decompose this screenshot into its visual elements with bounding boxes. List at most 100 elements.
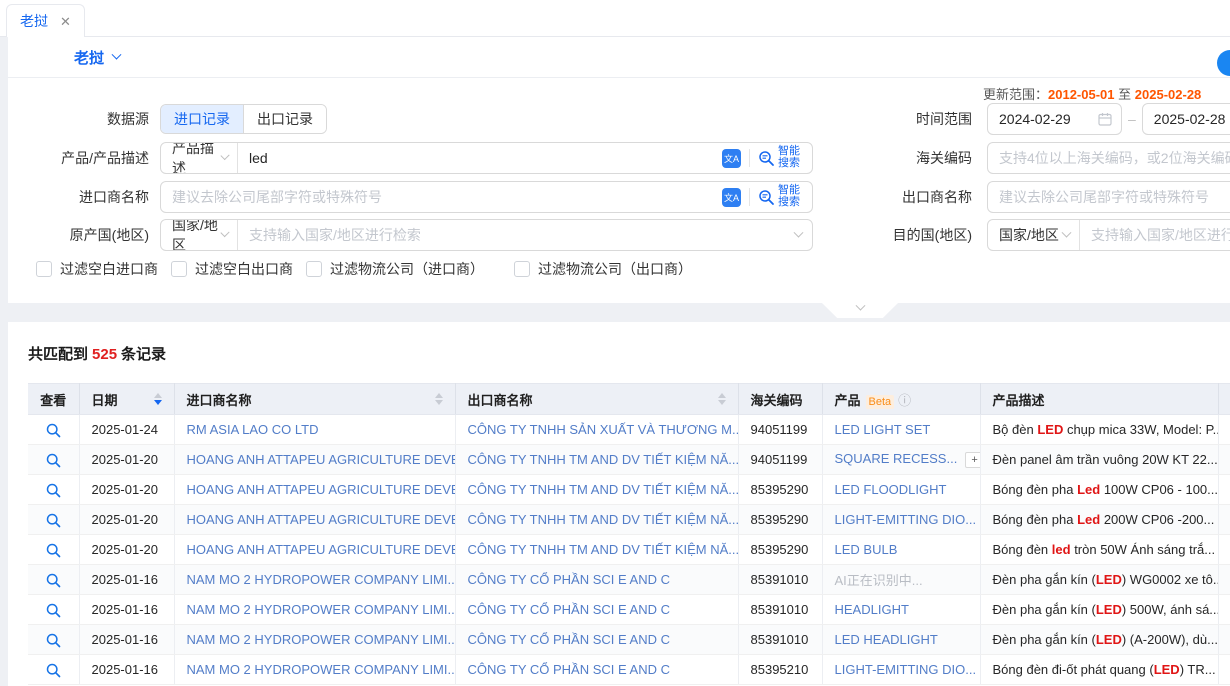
column-header[interactable]: 出口商名称 xyxy=(455,384,738,415)
importer-link[interactable]: HOANG ANH ATTAPEU AGRICULTURE DEVE... xyxy=(187,452,456,467)
date-from-input[interactable]: 2024-02-29 xyxy=(987,103,1122,135)
product-link[interactable]: LED HEADLIGHT xyxy=(835,632,938,647)
product-type-value: 产品描述 xyxy=(172,142,222,174)
checkbox-icon[interactable] xyxy=(306,261,322,277)
product-description: Bóng đèn pha Led 100W CP06 - 100... xyxy=(980,475,1218,505)
calendar-icon xyxy=(1098,112,1112,126)
date-to-input[interactable]: 2025-02-28 xyxy=(1142,103,1230,135)
column-header[interactable]: 日期 xyxy=(79,384,174,415)
filter-checkbox-row: 过滤空白进口商过滤空白出口商过滤物流公司（进口商） 过滤物流公司（出口商） xyxy=(36,259,692,279)
record-date: 2025-01-20 xyxy=(79,505,174,535)
exporter-link[interactable]: CÔNG TY TNHH SẢN XUẤT VÀ THƯƠNG M... xyxy=(468,422,739,437)
view-record-button[interactable] xyxy=(46,543,61,558)
update-range-label: 更新范围： xyxy=(983,87,1048,102)
view-icon xyxy=(46,483,61,498)
smart-search-button[interactable]: 智能搜索 xyxy=(758,146,802,169)
exporter-link[interactable]: CÔNG TY TNHH TM AND DV TIẾT KIỆM NĂ... xyxy=(468,482,739,497)
view-record-button[interactable] xyxy=(46,603,61,618)
more-products-tag[interactable]: + 1 xyxy=(965,452,980,468)
origin-search-input[interactable] xyxy=(238,220,795,250)
hs-code-input[interactable] xyxy=(988,143,1230,173)
checkbox-icon[interactable] xyxy=(36,261,52,277)
importer-input[interactable] xyxy=(161,182,722,212)
exporter-link[interactable]: CÔNG TY CỔ PHẦN SCI E AND C xyxy=(468,662,671,677)
origin-type-select[interactable]: 国家/地区 xyxy=(161,220,238,250)
product-description: Bộ đèn LED chụp mica 33W, Model: P... xyxy=(980,415,1218,445)
view-record-button[interactable] xyxy=(46,663,61,678)
sort-icon[interactable] xyxy=(718,393,726,405)
tab-laos[interactable]: 老挝 ✕ xyxy=(6,4,85,37)
highlighted-keyword: LED xyxy=(1037,422,1063,437)
exporter-link[interactable]: CÔNG TY CỔ PHẦN SCI E AND C xyxy=(468,572,671,587)
importer-link[interactable]: HOANG ANH ATTAPEU AGRICULTURE DEVE... xyxy=(187,482,456,497)
view-record-button[interactable] xyxy=(46,573,61,588)
product-description: Đèn pha gắn kín (LED) 500W, ánh sá... xyxy=(980,595,1218,625)
view-record-button[interactable] xyxy=(46,453,61,468)
date-to-value: 2025-02-28 xyxy=(1154,111,1226,127)
column-header[interactable]: 进口商名称 xyxy=(174,384,455,415)
translate-icon[interactable]: 文A xyxy=(722,188,741,207)
exporter-link[interactable]: CÔNG TY TNHH TM AND DV TIẾT KIỆM NĂ... xyxy=(468,452,739,467)
exporter-input[interactable] xyxy=(988,182,1230,212)
product-type-select[interactable]: 产品描述 xyxy=(161,143,238,173)
tab-close-icon[interactable]: ✕ xyxy=(60,15,71,28)
destination-input-group: 国家/地区 xyxy=(987,219,1230,251)
view-record-button[interactable] xyxy=(46,513,61,528)
smart-search-button[interactable]: 智能搜索 xyxy=(758,185,802,208)
product-link[interactable]: SQUARE RECESS... xyxy=(835,451,958,466)
record-date: 2025-01-20 xyxy=(79,475,174,505)
product-link[interactable]: LIGHT-EMITTING DIO... xyxy=(835,662,977,677)
destination-search-input[interactable] xyxy=(1080,220,1230,250)
translate-icon[interactable]: 文A xyxy=(722,149,741,168)
column-header: 海关编码 xyxy=(738,384,822,415)
checkbox-icon[interactable] xyxy=(514,261,530,277)
product-link[interactable]: LED BULB xyxy=(835,542,898,557)
importer-link[interactable]: HOANG ANH ATTAPEU AGRICULTURE DEVE... xyxy=(187,542,456,557)
table-row: 2025-01-16NAM MO 2 HYDROPOWER COMPANY LI… xyxy=(28,625,1230,655)
destination-type-select[interactable]: 国家/地区 xyxy=(988,220,1080,250)
view-record-button[interactable] xyxy=(46,633,61,648)
chevron-down-icon[interactable] xyxy=(112,49,122,59)
product-link[interactable]: HEADLIGHT xyxy=(835,602,909,617)
importer-link[interactable]: HOANG ANH ATTAPEU AGRICULTURE DEVE... xyxy=(187,512,456,527)
exporter-link[interactable]: CÔNG TY TNHH TM AND DV TIẾT KIỆM NĂ... xyxy=(468,512,739,527)
exporter-link[interactable]: CÔNG TY CỔ PHẦN SCI E AND C xyxy=(468,632,671,647)
data-source-option-export[interactable]: 出口记录 xyxy=(243,105,326,133)
chevron-down-icon[interactable] xyxy=(794,227,804,237)
table-row: 2025-01-16NAM MO 2 HYDROPOWER COMPANY LI… xyxy=(28,565,1230,595)
importer-link[interactable]: NAM MO 2 HYDROPOWER COMPANY LIMI... xyxy=(187,662,456,677)
product-label: 产品/产品描述 xyxy=(8,148,160,168)
product-link[interactable]: LED LIGHT SET xyxy=(835,422,931,437)
importer-link[interactable]: NAM MO 2 HYDROPOWER COMPANY LIMI... xyxy=(187,602,456,617)
filter-checkbox[interactable]: 过滤物流公司（进口商） xyxy=(306,259,484,279)
column-header: 产品Betaⓘ xyxy=(822,384,980,415)
column-header xyxy=(1218,384,1230,415)
filter-checkbox[interactable]: 过滤空白出口商 xyxy=(171,259,293,279)
filter-checkbox[interactable]: 过滤物流公司（出口商） xyxy=(514,259,692,279)
column-header-label: 产品描述 xyxy=(993,390,1045,409)
product-link[interactable]: LED FLOODLIGHT xyxy=(835,482,947,497)
importer-link[interactable]: NAM MO 2 HYDROPOWER COMPANY LIMI... xyxy=(187,632,456,647)
column-header: 查看 xyxy=(28,384,79,415)
sort-icon[interactable] xyxy=(154,393,162,405)
country-dropdown-label[interactable]: 老挝 xyxy=(74,47,104,68)
info-icon[interactable]: ⓘ xyxy=(898,393,911,408)
collapse-filters-button[interactable] xyxy=(822,303,898,318)
importer-link[interactable]: RM ASIA LAO CO LTD xyxy=(187,422,319,437)
highlighted-keyword: LED xyxy=(1096,572,1122,587)
product-search-input[interactable] xyxy=(238,143,722,173)
importer-link[interactable]: NAM MO 2 HYDROPOWER COMPANY LIMI... xyxy=(187,572,456,587)
data-source-option-import[interactable]: 进口记录 xyxy=(161,105,243,133)
product-link[interactable]: LIGHT-EMITTING DIO... xyxy=(835,512,977,527)
view-record-button[interactable] xyxy=(46,423,61,438)
record-date: 2025-01-20 xyxy=(79,535,174,565)
exporter-link[interactable]: CÔNG TY CỔ PHẦN SCI E AND C xyxy=(468,602,671,617)
summary-suffix: 条记录 xyxy=(121,346,166,363)
filter-checkbox[interactable]: 过滤空白进口商 xyxy=(36,259,158,279)
exporter-link[interactable]: CÔNG TY TNHH TM AND DV TIẾT KIỆM NĂ... xyxy=(468,542,739,557)
highlighted-keyword: Led xyxy=(1077,482,1100,497)
sort-icon[interactable] xyxy=(435,393,443,405)
hs-code-value: 85391010 xyxy=(738,595,822,625)
checkbox-icon[interactable] xyxy=(171,261,187,277)
view-record-button[interactable] xyxy=(46,483,61,498)
